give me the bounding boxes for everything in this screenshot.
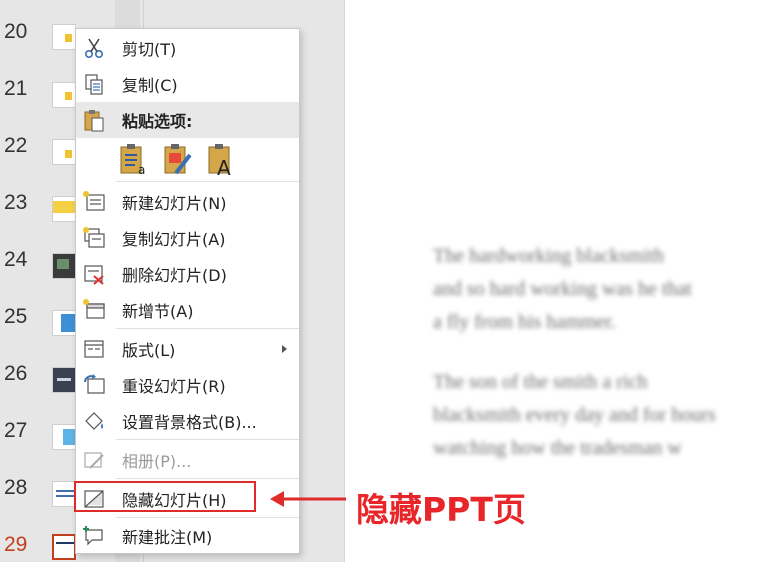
- slide-number-current: 29: [4, 533, 28, 556]
- menu-item-add-section[interactable]: 新增节(A): [76, 292, 299, 328]
- menu-item-copy[interactable]: 复制(C): [76, 66, 299, 102]
- paste-keep-formatting-icon[interactable]: a: [118, 141, 152, 177]
- menu-label: 剪切(T): [122, 40, 177, 59]
- context-menu: 剪切(T) 复制(C) 粘贴选项: a A 新建幻灯片(N) 复制幻灯片(A) …: [75, 28, 300, 554]
- slide-thumbnail[interactable]: [52, 310, 76, 336]
- svg-text:a: a: [138, 163, 145, 177]
- clipboard-icon: [84, 110, 104, 132]
- paste-options-row: a A: [76, 137, 299, 181]
- menu-label: 相册(P)...: [122, 452, 192, 471]
- slide-number: 24: [4, 248, 28, 271]
- slide-text-line: The son of the smith a rich: [433, 371, 648, 393]
- slide-text-line: blacksmith every day and for hours: [433, 404, 716, 426]
- menu-label: 复制(C): [122, 76, 178, 95]
- menu-label: 新增节(A): [122, 302, 194, 321]
- menu-label: 复制幻灯片(A): [122, 230, 226, 249]
- slide-number: 27: [4, 419, 28, 442]
- powerpoint-window: 20 21 22 23 24 25 26 27 28 29 The hardwo…: [0, 0, 772, 562]
- menu-item-duplicate-slide[interactable]: 复制幻灯片(A): [76, 220, 299, 256]
- menu-item-format-background[interactable]: 设置背景格式(B)...: [76, 403, 299, 439]
- menu-item-delete-slide[interactable]: 删除幻灯片(D): [76, 256, 299, 292]
- menu-separator: [116, 328, 299, 329]
- reset-slide-icon: [84, 374, 105, 394]
- slide-editor[interactable]: The hardworking blacksmith and so hard w…: [345, 0, 772, 562]
- menu-separator: [116, 181, 299, 182]
- menu-item-photo-album: 相册(P)...: [76, 442, 299, 478]
- add-section-icon: [83, 299, 105, 319]
- photo-album-icon: [84, 452, 104, 469]
- annotation-label: 隐藏PPT页: [356, 490, 526, 529]
- menu-label: 设置背景格式(B)...: [122, 413, 257, 432]
- menu-item-cut[interactable]: 剪切(T): [76, 30, 299, 66]
- slide-text-line: watching how the tradesman w: [433, 437, 682, 459]
- slide-thumbnail-current[interactable]: [52, 534, 76, 560]
- slide-thumbnail[interactable]: [52, 24, 76, 50]
- slide-number: 20: [4, 20, 28, 43]
- layout-icon: [84, 340, 104, 358]
- menu-label: 版式(L): [122, 341, 176, 360]
- slide-number: 26: [4, 362, 28, 385]
- slide-number: 28: [4, 476, 28, 499]
- slide-thumbnail[interactable]: [52, 481, 76, 507]
- duplicate-slide-icon: [83, 227, 105, 248]
- menu-item-new-slide[interactable]: 新建幻灯片(N): [76, 184, 299, 220]
- menu-label: 新建幻灯片(N): [122, 194, 227, 213]
- slide-thumbnail[interactable]: [52, 139, 76, 165]
- slide-text-line: The hardworking blacksmith: [433, 245, 665, 267]
- menu-label: 重设幻灯片(R): [122, 377, 226, 396]
- menu-label: 删除幻灯片(D): [122, 266, 227, 285]
- slide-number: 22: [4, 134, 28, 157]
- slide-number: 25: [4, 305, 28, 328]
- menu-label: 粘贴选项:: [122, 112, 193, 131]
- copy-icon: [85, 74, 103, 95]
- format-background-icon: [85, 412, 103, 430]
- menu-item-reset-slide[interactable]: 重设幻灯片(R): [76, 367, 299, 403]
- slide-number: 23: [4, 191, 28, 214]
- menu-separator: [116, 439, 299, 440]
- menu-header-paste-options: 粘贴选项:: [76, 102, 299, 138]
- paste-picture-icon[interactable]: [162, 141, 196, 177]
- slide-thumbnail[interactable]: [52, 196, 76, 222]
- scissors-icon: [84, 38, 104, 59]
- pointer-arrow-icon: [270, 491, 346, 507]
- slide-thumbnail[interactable]: [52, 367, 76, 393]
- slide-text-line: a fly from his hammer.: [433, 311, 616, 333]
- slide-text-line: and so hard working was he that: [433, 278, 692, 300]
- slide-thumbnail[interactable]: [52, 424, 76, 450]
- slide-thumbnail[interactable]: [52, 253, 76, 279]
- comment-icon: [83, 526, 103, 546]
- svg-text:A: A: [217, 156, 231, 177]
- menu-separator: [116, 478, 299, 479]
- slide-number: 21: [4, 77, 28, 100]
- slide-thumbnail[interactable]: [52, 82, 76, 108]
- new-slide-icon: [83, 191, 105, 211]
- menu-item-layout[interactable]: 版式(L): [76, 331, 299, 367]
- menu-item-new-comment[interactable]: 新建批注(M): [76, 518, 299, 554]
- submenu-arrow-icon: [282, 345, 287, 353]
- menu-label: 新建批注(M): [122, 528, 213, 547]
- paste-text-only-icon[interactable]: A: [206, 141, 240, 177]
- delete-slide-icon: [84, 265, 104, 285]
- highlight-box: [74, 481, 256, 512]
